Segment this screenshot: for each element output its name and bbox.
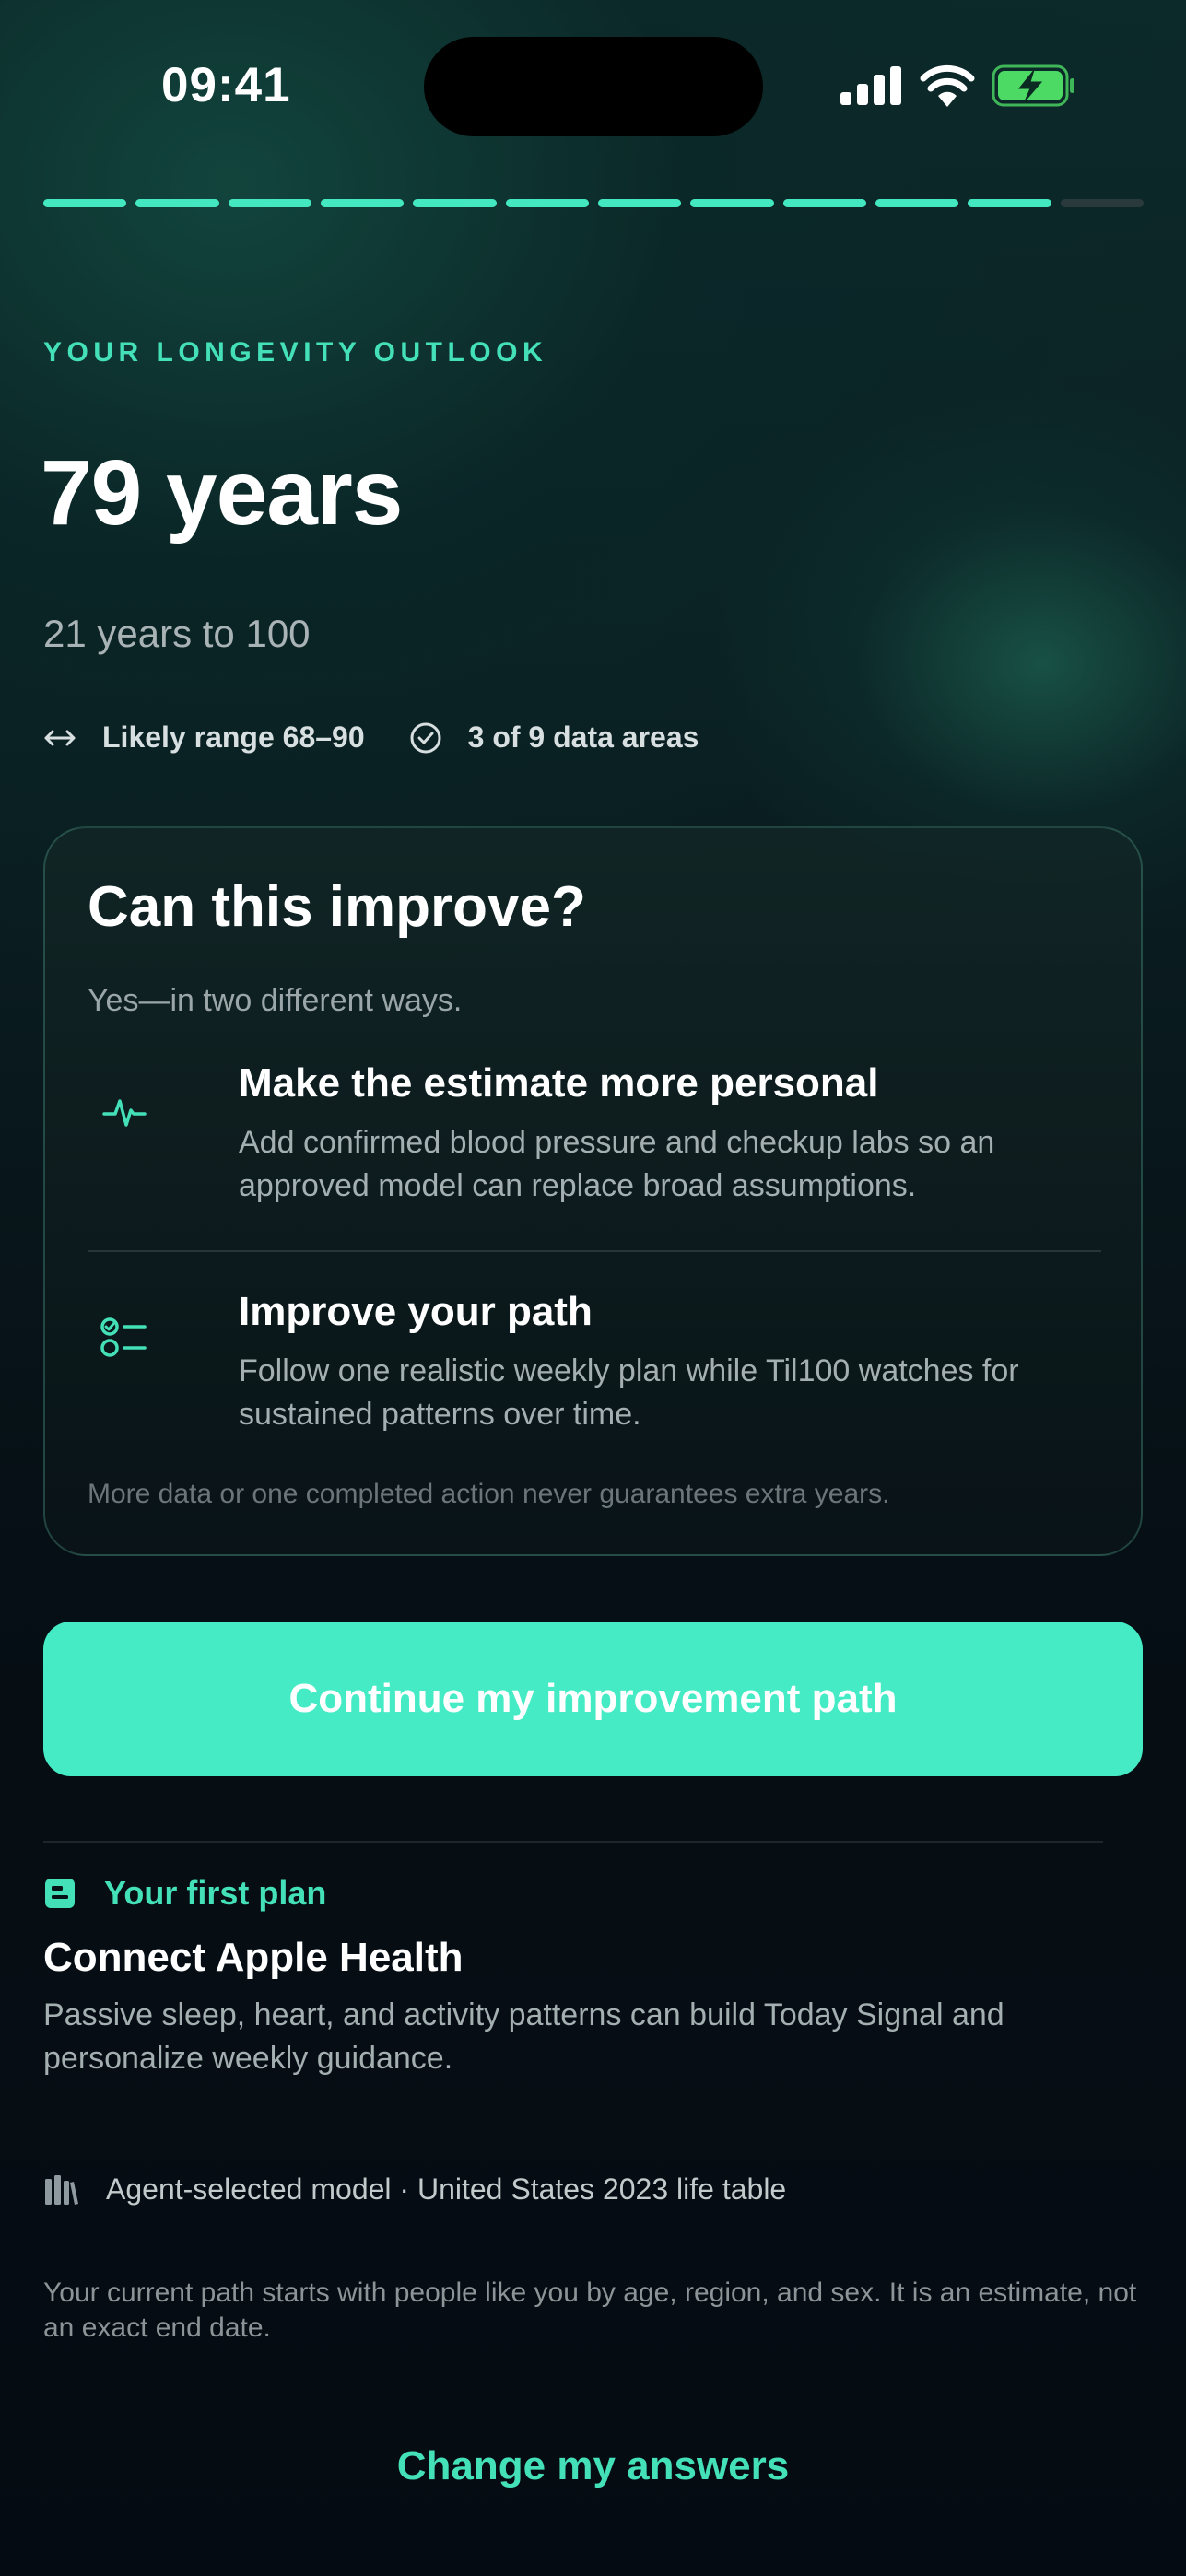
section-divider [43,1841,1103,1843]
status-bar: 09:41 [0,0,1186,175]
card-title: Can this improve? [88,875,586,939]
onboarding-progress-bar [43,199,1144,207]
data-areas-label: 3 of 9 data areas [467,720,699,754]
progress-segment-complete [690,199,774,207]
pulse-icon [102,1099,147,1127]
cellular-signal-icon [840,66,901,105]
check-circle-icon [410,722,441,753]
outlook-headline: 79 years [41,441,403,544]
first-plan-badge: Your first plan [43,1874,326,1913]
outlook-meta-row: Likely range 68–90 3 of 9 data areas [43,720,699,755]
likely-range-label: Likely range 68–90 [102,720,365,754]
outlook-subline: 21 years to 100 [43,612,311,655]
dynamic-island [424,37,763,136]
improvement-card: Can this improve? Yes—in two different w… [43,826,1143,1556]
progress-segment-complete [320,199,405,207]
progress-segment-complete [43,199,127,207]
progress-segment-complete [782,199,866,207]
checklist-icon [100,1317,147,1357]
progress-segment-complete [968,199,1051,207]
wifi-icon [920,64,975,107]
progress-segment-complete [228,199,311,207]
progress-segment-complete [505,199,589,207]
model-source-label: Agent-selected model · United States 202… [106,2172,787,2206]
card-divider [88,1250,1101,1252]
card-footnote: More data or one completed action never … [88,1479,890,1509]
card-subtitle: Yes—in two different ways. [88,983,463,1018]
plan-title: Connect Apple Health [43,1935,464,1980]
progress-segment-complete [413,199,497,207]
estimate-footnote: Your current path starts with people lik… [43,2277,1137,2343]
option-description: Follow one realistic weekly plan while T… [239,1353,1019,1432]
change-answers-link[interactable]: Change my answers [0,2443,1186,2489]
continue-improvement-path-button[interactable]: Continue my improvement path [43,1622,1143,1776]
battery-charging-icon [992,64,1074,107]
outlook-eyebrow: YOUR LONGEVITY OUTLOOK [43,337,548,368]
status-time: 09:41 [161,58,291,112]
screen: 09:41 YOUR LONGEVITY OUTLOOK 79 years 21… [0,0,1186,2576]
progress-segment-complete [875,199,959,207]
books-icon [45,2174,78,2205]
progress-segment-complete [597,199,682,207]
range-arrows-icon [44,730,76,745]
option-description: Add confirmed blood pressure and checkup… [239,1125,995,1203]
progress-segment-complete [135,199,219,207]
plan-card-icon [45,1879,75,1908]
model-source-row: Agent-selected model · United States 202… [43,2172,786,2207]
option-title: Improve your path [239,1289,593,1334]
plan-description: Passive sleep, heart, and activity patte… [43,1997,1004,2076]
progress-segment-incomplete [1060,199,1144,207]
first-plan-label: Your first plan [104,1874,327,1912]
likely-range: Likely range 68–90 [43,720,365,755]
data-areas: 3 of 9 data areas [409,720,699,755]
option-title: Make the estimate more personal [239,1060,879,1106]
